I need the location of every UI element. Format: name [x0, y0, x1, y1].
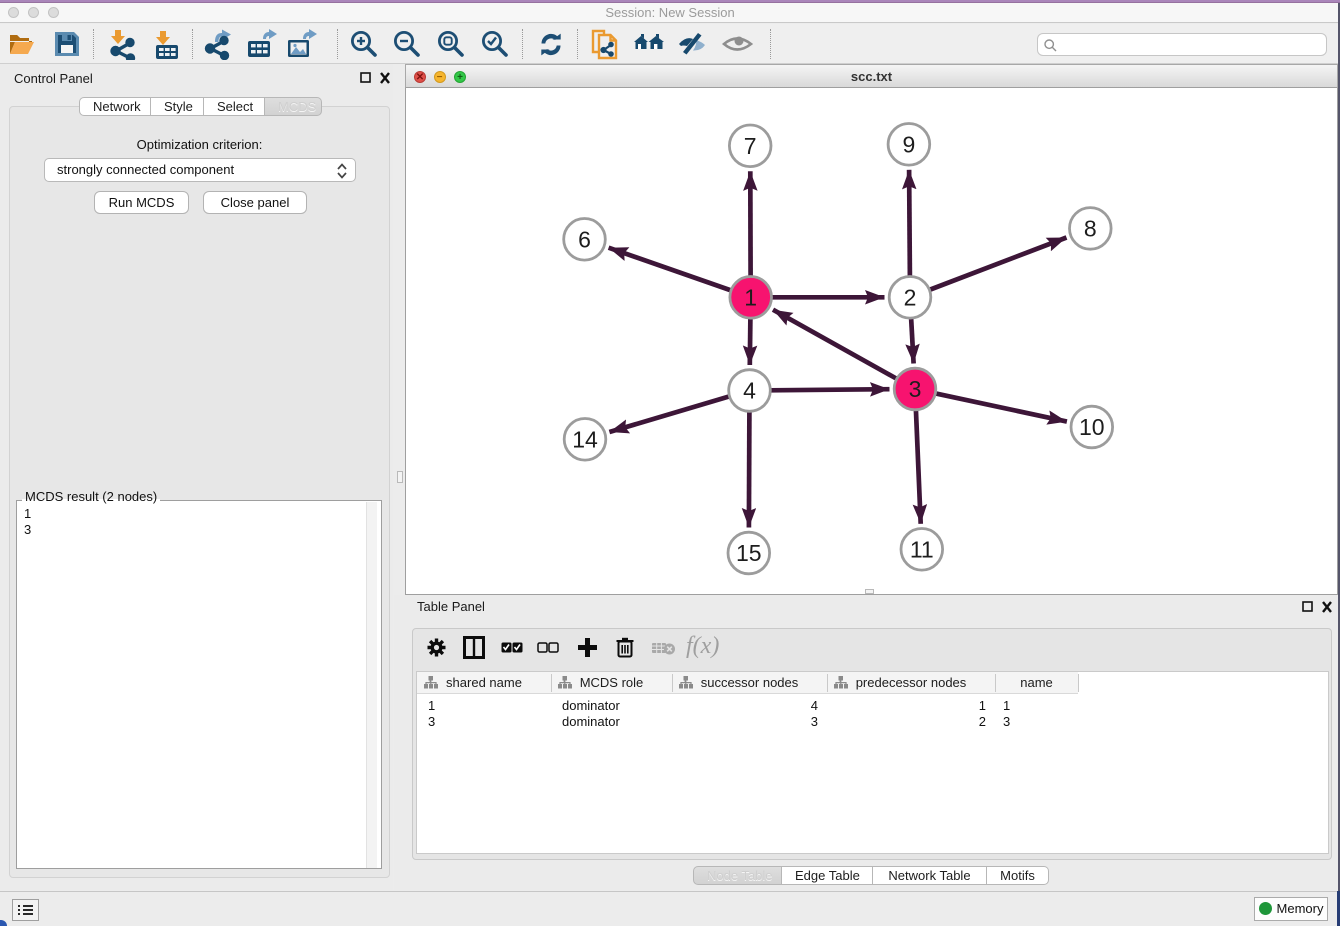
- svg-text:2: 2: [904, 284, 917, 310]
- svg-text:8: 8: [1084, 215, 1097, 241]
- svg-text:9: 9: [903, 131, 916, 157]
- svg-text:3: 3: [909, 376, 922, 402]
- svg-text:4: 4: [743, 378, 756, 404]
- svg-text:1: 1: [744, 284, 757, 310]
- svg-text:6: 6: [578, 226, 591, 252]
- svg-text:14: 14: [572, 426, 598, 452]
- svg-text:10: 10: [1079, 414, 1105, 440]
- svg-text:7: 7: [744, 133, 757, 159]
- svg-text:15: 15: [736, 540, 762, 566]
- svg-text:11: 11: [910, 536, 934, 562]
